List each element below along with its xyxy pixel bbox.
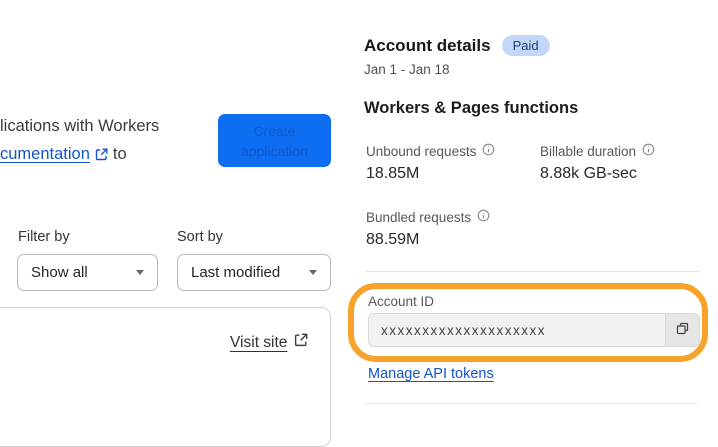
create-application-button[interactable]: Create application [218,114,331,167]
filter-select-value: Show all [31,264,88,281]
external-link-icon [95,142,108,170]
date-range: Jan 1 - Jan 18 [364,62,450,77]
project-card [0,307,331,447]
visit-site-label: Visit site [230,333,288,351]
visit-site-link[interactable]: Visit site [230,333,308,352]
metric-value: 8.88k GB-sec [540,165,637,182]
metric-value: 88.59M [366,231,420,248]
copy-icon [675,321,690,339]
documentation-link[interactable]: cumentation [0,145,90,163]
divider [366,403,697,404]
intro-after-text: to [112,145,127,163]
chevron-down-icon [136,270,144,275]
metric-label: Unbound requests [366,143,477,159]
copy-account-id-button[interactable] [665,314,699,346]
metric-label: Billable duration [540,143,637,159]
plan-badge: Paid [501,35,550,56]
external-link-icon [294,333,308,352]
metric-unbound-requests: Unbound requests 18.85M [366,143,536,183]
divider [366,271,700,272]
metric-value: 18.85M [366,165,420,182]
sort-select-value: Last modified [191,264,281,281]
chevron-down-icon [309,270,317,275]
sort-by-label: Sort by [177,229,223,245]
account-id-label: Account ID [368,294,435,309]
filter-select[interactable]: Show all [17,254,158,291]
metric-label: Bundled requests [366,209,472,225]
functions-section-title: Workers & Pages functions [364,99,579,117]
account-details-title: Account details [364,35,491,55]
info-icon[interactable] [482,143,495,159]
intro-line-1: lications with Workers [0,112,215,140]
metric-bundled-requests: Bundled requests 88.59M [366,209,536,249]
account-id-field-group [368,313,700,347]
sort-select[interactable]: Last modified [177,254,331,291]
account-details-header: Account details Paid [364,35,550,56]
intro-line-1-text: lications with Workers [0,117,160,135]
info-icon[interactable] [477,209,490,225]
account-id-input[interactable] [369,322,665,338]
intro-line-2: cumentation to [0,140,215,170]
filter-by-label: Filter by [18,229,70,245]
info-icon[interactable] [642,143,655,159]
manage-api-tokens-link[interactable]: Manage API tokens [368,366,494,382]
intro-text: lications with Workers cumentation to [0,112,215,170]
metric-billable-duration: Billable duration 8.88k GB-sec [540,143,710,183]
